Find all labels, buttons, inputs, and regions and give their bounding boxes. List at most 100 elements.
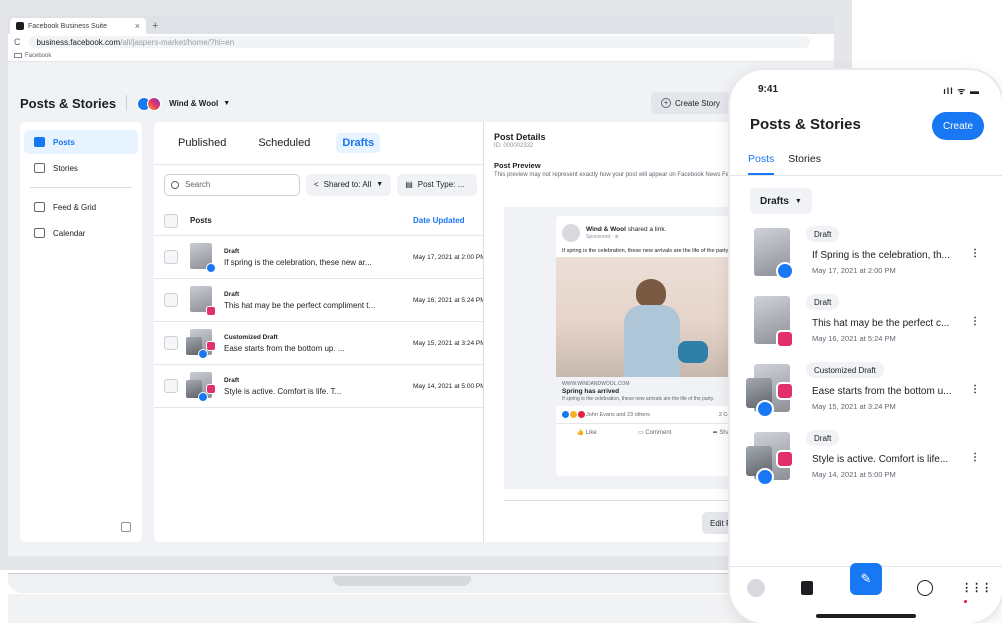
post-thumbnail <box>190 243 216 273</box>
date-updated: May 14, 2021 at 5:00 PM <box>413 382 483 390</box>
like-label: Like <box>585 430 597 437</box>
caret-down-icon[interactable]: ▼ <box>223 100 230 107</box>
post-thumbnail <box>186 372 216 402</box>
row-checkbox[interactable] <box>164 250 178 264</box>
status-badge: Draft <box>224 376 240 384</box>
post-cell: Draft Style is active. Comfort is life. … <box>224 377 413 396</box>
row-checkbox[interactable] <box>164 336 178 350</box>
column-posts: Posts <box>190 216 212 225</box>
menu-icon[interactable]: ⋮⋮⋮ <box>961 579 992 597</box>
close-tab-icon[interactable]: × <box>135 21 140 31</box>
more-icon[interactable]: ⋮ <box>970 452 980 463</box>
link-title: Spring has arrived <box>562 388 620 396</box>
more-icon[interactable]: ⋮ <box>970 384 980 395</box>
caret-down-icon: ▼ <box>376 181 384 188</box>
instagram-icon <box>206 341 216 351</box>
sidebar-item-label: Feed & Grid <box>53 202 97 212</box>
post-date: May 16, 2021 at 5:24 PM <box>812 334 896 343</box>
page-switcher[interactable]: Wind & Wool <box>169 99 218 108</box>
address-bar[interactable]: business.facebook.com/all/jaspers-market… <box>28 36 810 48</box>
sidebar: Posts Stories Feed & Grid Calendar <box>20 122 142 542</box>
tab-stories[interactable]: Stories <box>788 150 821 175</box>
link-preview: WWW.WINDANDWOOL.COM Spring has arrived I… <box>556 377 756 407</box>
table-row[interactable]: Draft Style is active. Comfort is life. … <box>154 365 483 408</box>
sidebar-item-feed-grid[interactable]: Feed & Grid <box>24 195 138 219</box>
love-reaction-icon <box>578 411 585 419</box>
tab-published[interactable]: Published <box>172 133 232 153</box>
post-list-panel: Published Scheduled Drafts Search < Shar… <box>154 122 484 542</box>
post-type-filter[interactable]: ▤ Post Type: ... <box>397 173 478 196</box>
list-item[interactable]: Customized Draft Ease starts from the bo… <box>746 362 986 422</box>
post-text: Ease starts from the bottom u... <box>812 386 952 397</box>
post-text: If Spring is the celebration, th... <box>812 250 950 261</box>
post-thumbnail <box>186 329 216 359</box>
list-item[interactable]: Draft This hat may be the perfect c... M… <box>746 294 986 354</box>
facebook-icon <box>776 262 794 280</box>
more-icon[interactable]: ⋮ <box>970 248 980 259</box>
list-item[interactable]: Draft If Spring is the celebration, th..… <box>746 226 986 286</box>
tab-drafts[interactable]: Drafts <box>336 133 381 153</box>
status-badge: Customized Draft <box>224 333 278 341</box>
tab-scheduled[interactable]: Scheduled <box>252 133 316 153</box>
sidebar-item-label: Stories <box>53 163 78 173</box>
model-hat-shape <box>636 279 666 308</box>
bookmark-facebook[interactable]: Facebook <box>25 53 51 59</box>
select-all-checkbox[interactable] <box>164 213 178 228</box>
main-panel: Published Scheduled Drafts Search < Shar… <box>154 122 826 542</box>
address-row: C business.facebook.com/all/jaspers-mark… <box>8 34 834 50</box>
header-divider <box>126 95 128 111</box>
shared-to-filter[interactable]: < Shared to: All ▼ <box>306 173 392 196</box>
browser-tabbar: Facebook Business Suite × + <box>8 16 834 34</box>
notification-dot <box>964 600 967 603</box>
table-row[interactable]: Draft This hat may be the perfect compli… <box>154 279 483 322</box>
sidebar-item-stories[interactable]: Stories <box>24 156 138 180</box>
shared-to-label: Shared to: All <box>323 180 372 189</box>
card-sponsored: Sponsored · ⊕ <box>586 234 619 240</box>
caret-down-icon: ▼ <box>794 197 802 205</box>
create-story-button[interactable]: + Create Story <box>651 92 730 114</box>
bookmarks-bar: Facebook <box>8 50 834 62</box>
status-badge: Draft <box>806 226 840 242</box>
page-title: Posts & Stories <box>20 95 117 111</box>
instagram-icon <box>776 330 794 348</box>
compose-icon[interactable]: ✎ <box>849 563 882 595</box>
search-placeholder: Search <box>185 180 211 189</box>
chat-icon <box>916 580 933 596</box>
table-row[interactable]: Customized Draft Ease starts from the bo… <box>154 322 483 365</box>
desk <box>8 594 850 623</box>
list-item[interactable]: Draft Style is active. Comfort is life..… <box>746 430 986 490</box>
tab-posts[interactable]: Posts <box>748 150 775 175</box>
reload-icon[interactable]: C <box>14 37 21 47</box>
phone-tabs: Posts Stories <box>730 150 1002 176</box>
post-thumbnail <box>750 228 794 280</box>
drafts-filter[interactable]: Drafts ▼ <box>750 188 812 214</box>
reaction-icons: John Evans and 23 others <box>562 411 650 419</box>
more-icon[interactable]: ⋮ <box>970 316 980 327</box>
column-date-updated[interactable]: Date Updated <box>413 216 483 225</box>
drafts-filter-label: Drafts <box>760 195 789 207</box>
card-shared-text: shared a link. <box>627 226 667 233</box>
date-updated: May 17, 2021 at 2:00 PM <box>413 253 483 261</box>
pages-icon <box>801 581 814 595</box>
new-tab-button[interactable]: + <box>152 20 158 32</box>
reactions-bar: John Evans and 23 others 2 Comments <box>556 406 756 425</box>
sidebar-item-calendar[interactable]: Calendar <box>24 221 138 245</box>
instagram-icon <box>206 384 216 394</box>
facebook-favicon-icon <box>16 22 24 30</box>
search-input[interactable]: Search <box>164 173 300 196</box>
inbox-nav[interactable] <box>916 579 934 597</box>
sidebar-item-posts[interactable]: Posts <box>24 130 138 154</box>
row-checkbox[interactable] <box>164 379 178 393</box>
browser-tab[interactable]: Facebook Business Suite × <box>10 18 146 34</box>
collapse-sidebar-icon[interactable] <box>121 522 131 532</box>
row-checkbox[interactable] <box>164 293 178 307</box>
status-badge: Draft <box>806 294 840 310</box>
create-button[interactable]: Create <box>932 112 984 140</box>
page-avatar <box>562 224 580 242</box>
pages-nav[interactable] <box>798 579 816 597</box>
page-avatars[interactable] <box>137 95 165 111</box>
table-row[interactable]: Draft If spring is the celebration, thes… <box>154 236 483 279</box>
home-indicator <box>816 614 916 618</box>
status-badge: Draft <box>806 430 840 446</box>
profile-avatar-icon[interactable] <box>746 579 765 597</box>
